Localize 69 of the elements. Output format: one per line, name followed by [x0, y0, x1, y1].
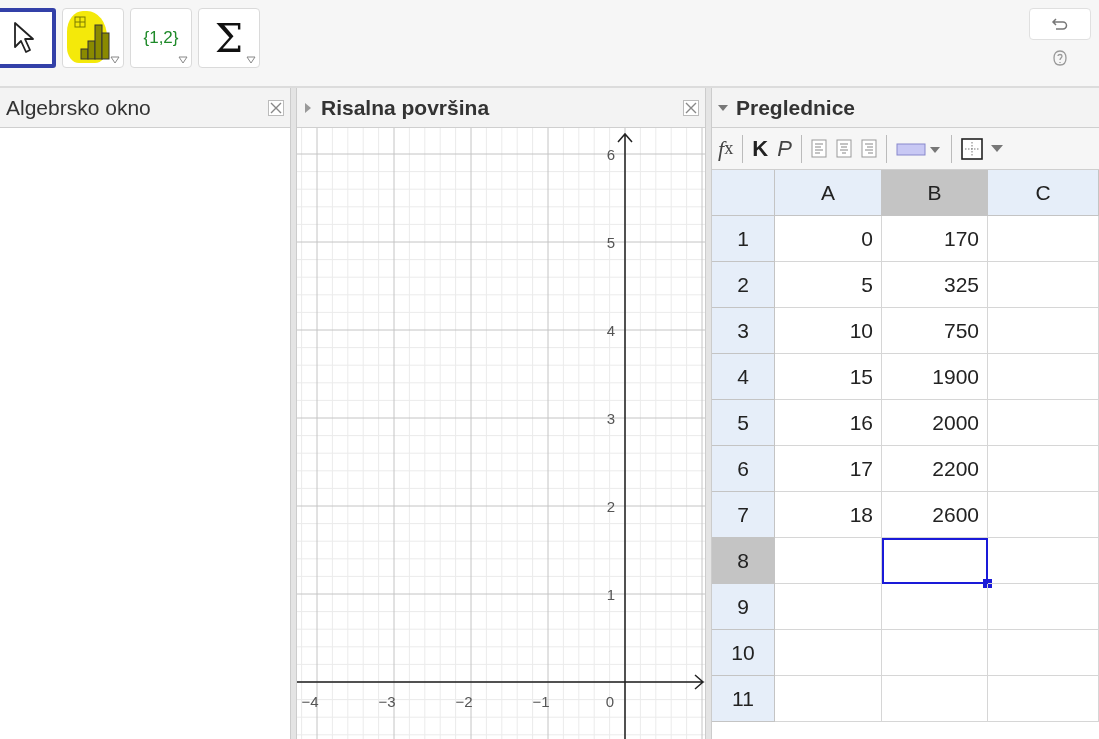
axis-label: −1	[532, 693, 550, 710]
expand-icon[interactable]	[303, 102, 313, 113]
axis-label: 4	[606, 322, 615, 339]
italic-button[interactable]: P	[777, 135, 792, 162]
row-header[interactable]: 8	[712, 538, 775, 584]
axis-label: 1	[606, 586, 615, 603]
column-header[interactable]: A	[775, 170, 882, 216]
row-header[interactable]: 4	[712, 354, 775, 400]
axis-label: 6	[606, 146, 615, 163]
row-header[interactable]: 3	[712, 308, 775, 354]
splitter[interactable]	[705, 88, 712, 739]
table-cell[interactable]: 750	[882, 308, 988, 354]
table-cell[interactable]: 170	[882, 216, 988, 262]
table-cell[interactable]: 10	[775, 308, 882, 354]
bar-chart-icon	[73, 15, 113, 61]
table-cell[interactable]: 325	[882, 262, 988, 308]
axis-label: −4	[301, 693, 319, 710]
row-header[interactable]: 7	[712, 492, 775, 538]
column-header[interactable]: C	[988, 170, 1099, 216]
axis-label: 5	[606, 234, 615, 251]
row-header[interactable]: 2	[712, 262, 775, 308]
table-cell[interactable]: 2000	[882, 400, 988, 446]
column-header[interactable]: B	[882, 170, 988, 216]
undo-icon	[1051, 17, 1069, 31]
panel-title: Algebrsko okno	[6, 95, 151, 120]
table-cell[interactable]: 16	[775, 400, 882, 446]
row-header[interactable]: 10	[712, 630, 775, 676]
corner-cell[interactable]	[712, 170, 775, 216]
axis-label: 0	[605, 693, 615, 710]
bold-button[interactable]: K	[752, 135, 769, 162]
align-right-icon[interactable]	[860, 138, 877, 159]
axis-label: 2	[606, 498, 615, 515]
axis-label: 3	[606, 410, 615, 427]
border-icon[interactable]	[960, 137, 1005, 160]
axis-label: −2	[455, 693, 473, 710]
triangle-icon	[110, 56, 120, 64]
row-header[interactable]: 11	[712, 676, 775, 722]
panel-title: Preglednice	[736, 95, 856, 120]
table-cell[interactable]: 1900	[882, 354, 988, 400]
table-cell[interactable]: 2200	[882, 446, 988, 492]
fill-handle[interactable]	[983, 579, 992, 588]
table-cell[interactable]: 17	[775, 446, 882, 492]
tool-button[interactable]: Σ	[198, 8, 260, 68]
undo-button[interactable]	[1029, 8, 1091, 40]
table-cell[interactable]: 5	[775, 262, 882, 308]
table-cell[interactable]: 2600	[882, 492, 988, 538]
collapse-icon[interactable]	[718, 102, 728, 113]
close-button[interactable]	[268, 99, 284, 116]
align-left-icon[interactable]	[810, 138, 827, 159]
fill-color-icon[interactable]	[895, 140, 942, 157]
triangle-icon	[246, 56, 256, 64]
tool-button[interactable]	[0, 8, 56, 68]
splitter[interactable]	[290, 88, 297, 739]
axis-label: −3	[378, 693, 396, 710]
table-cell[interactable]: 0	[775, 216, 882, 262]
row-header[interactable]: 5	[712, 400, 775, 446]
close-icon	[268, 99, 284, 116]
row-header[interactable]: 9	[712, 584, 775, 630]
row-header[interactable]: 1	[712, 216, 775, 262]
triangle-icon	[178, 56, 188, 64]
row-header[interactable]: 6	[712, 446, 775, 492]
close-button[interactable]	[683, 99, 699, 116]
table-cell[interactable]: 15	[775, 354, 882, 400]
close-icon	[683, 99, 699, 116]
align-center-icon[interactable]	[835, 138, 852, 159]
panel-title: Risalna površina	[321, 95, 490, 120]
help-icon[interactable]	[1053, 50, 1067, 66]
table-cell[interactable]: 18	[775, 492, 882, 538]
tool-button[interactable]: {1,2}	[130, 8, 192, 68]
